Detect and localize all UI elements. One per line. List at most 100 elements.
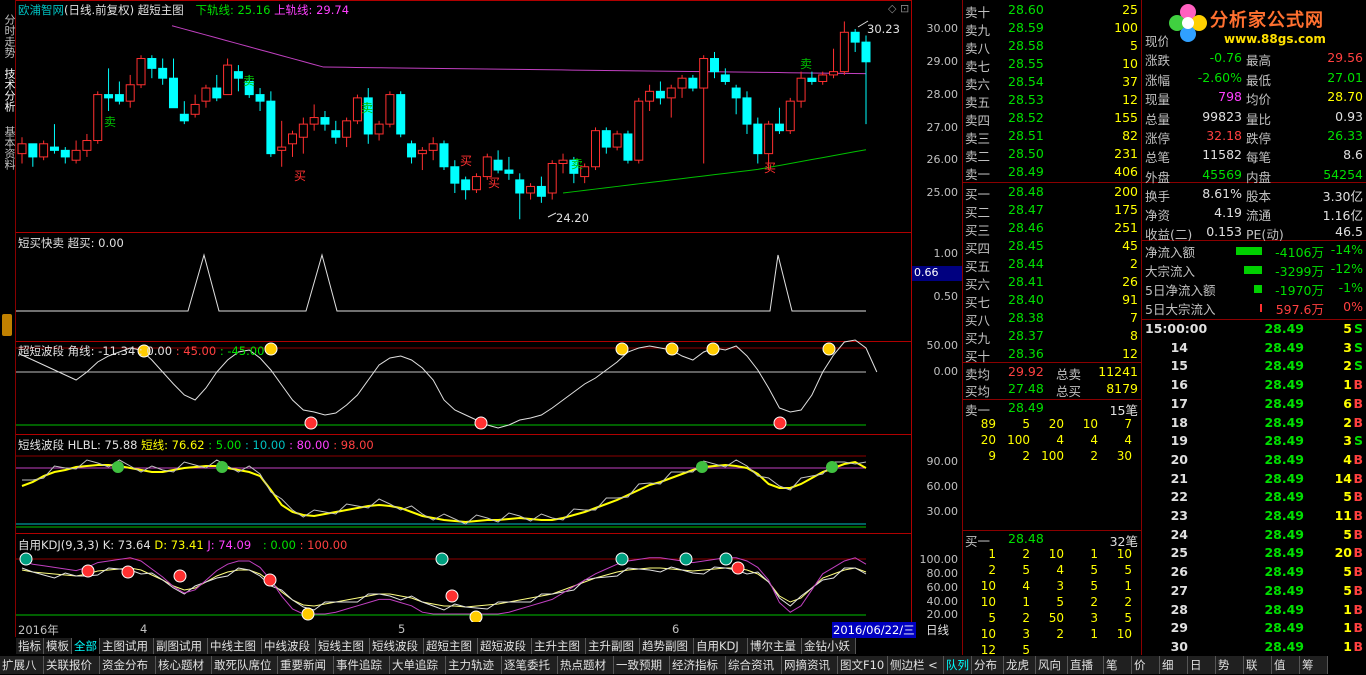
bottom-tab[interactable]: 侧边栏 < xyxy=(888,656,944,674)
bottom-tab[interactable]: 笔 xyxy=(1104,656,1132,674)
period-selector[interactable]: 日线 xyxy=(926,622,949,638)
bottom-tab[interactable]: 联 xyxy=(1244,656,1272,674)
indicator-tab[interactable]: 模板 xyxy=(44,638,72,654)
stat-value: 45569 xyxy=(1202,166,1242,182)
buy-level-price[interactable]: 28.41 xyxy=(1008,274,1044,289)
sell-level-price[interactable]: 28.55 xyxy=(1008,56,1044,71)
bottom-tab[interactable]: 敢死队席位 xyxy=(212,656,278,674)
bottom-tab[interactable]: 重要新闻 xyxy=(278,656,334,674)
indicator-tab[interactable]: 短线波段 xyxy=(370,638,424,654)
indicator-tab[interactable]: 金钻小妖 xyxy=(802,638,856,654)
bottom-tab[interactable]: 值 xyxy=(1272,656,1300,674)
bottom-tab[interactable]: 关联报价 xyxy=(44,656,100,674)
bottom-tab[interactable]: 核心题材 xyxy=(156,656,212,674)
sell-level-price[interactable]: 28.59 xyxy=(1008,20,1044,35)
signal-ball-icon xyxy=(216,461,228,473)
indicator-tab[interactable]: 主图试用 xyxy=(100,638,154,654)
stat-label: 总量 xyxy=(1145,111,1171,127)
axis-tick: 26.00 xyxy=(926,153,959,166)
tick-volume: 5 xyxy=(1343,526,1352,542)
bottom-tab[interactable]: 龙虎 xyxy=(1004,656,1036,674)
bottom-tab[interactable]: 事件追踪 xyxy=(334,656,390,674)
bottom-tab[interactable]: 势 xyxy=(1216,656,1244,674)
sell-level-price[interactable]: 28.53 xyxy=(1008,92,1044,107)
bottom-tab[interactable]: 大单追踪 xyxy=(390,656,446,674)
bottom-tab[interactable]: 图文F10 xyxy=(838,656,888,674)
queue-cell: 2 xyxy=(1022,547,1030,561)
tick-volume: 5 xyxy=(1343,564,1352,580)
tick-price: 28.49 xyxy=(1264,489,1304,505)
indicator-tab[interactable]: 中线主图 xyxy=(208,638,262,654)
panel3-v1: 短线: 76.62 xyxy=(141,438,205,452)
buy-level-price[interactable]: 28.46 xyxy=(1008,220,1044,235)
panel2-value: 角线: -11.34 xyxy=(67,344,136,358)
buy-level-price[interactable]: 28.36 xyxy=(1008,346,1044,361)
bottom-tab[interactable]: 分布 xyxy=(972,656,1004,674)
indicator-tab[interactable]: 超短主图 xyxy=(424,638,478,654)
indicator-tab[interactable]: 主升主图 xyxy=(532,638,586,654)
indicator-tab[interactable]: 博尔主量 xyxy=(748,638,802,654)
candle xyxy=(558,153,568,174)
tick-time: 26 xyxy=(1170,564,1188,580)
bottom-tab[interactable]: 细 xyxy=(1160,656,1188,674)
sell-level-price[interactable]: 28.52 xyxy=(1008,110,1044,125)
bottom-tab[interactable]: 扩展八 xyxy=(0,656,44,674)
bottom-tab[interactable]: 逐笔委托 xyxy=(502,656,558,674)
bottom-tab[interactable]: 综合资讯 xyxy=(726,656,782,674)
indicator-tab[interactable]: 指标 xyxy=(16,638,44,654)
buy-level-price[interactable]: 28.44 xyxy=(1008,256,1044,271)
buy-level-price[interactable]: 28.37 xyxy=(1008,328,1044,343)
candle xyxy=(796,71,806,108)
sell-level-price[interactable]: 28.51 xyxy=(1008,128,1044,143)
sell-level-price[interactable]: 28.60 xyxy=(1008,2,1044,17)
chart-nav-icon[interactable]: ◇ ⊡ xyxy=(888,2,909,15)
indicator-tab[interactable]: 自用KDJ xyxy=(694,638,748,654)
candle xyxy=(396,91,406,138)
indicator-tab[interactable]: 超短波段 xyxy=(478,638,532,654)
candle xyxy=(634,97,644,164)
candle xyxy=(471,173,481,193)
candle xyxy=(255,88,265,111)
stat-label: 外盘 xyxy=(1145,169,1171,185)
buy-level-price[interactable]: 28.48 xyxy=(1008,184,1044,199)
bottom-tab[interactable]: 日 xyxy=(1188,656,1216,674)
tick-price: 28.49 xyxy=(1264,433,1304,449)
bottom-tab[interactable]: 直播 xyxy=(1068,656,1104,674)
sell-level-price[interactable]: 28.50 xyxy=(1008,146,1044,161)
bottom-tab[interactable]: 网摘资讯 xyxy=(782,656,838,674)
indicator-tab[interactable]: 中线波段 xyxy=(262,638,316,654)
buy-level-price[interactable]: 28.38 xyxy=(1008,310,1044,325)
sell-level-price[interactable]: 28.58 xyxy=(1008,38,1044,53)
bottom-tab[interactable]: 经济指标 xyxy=(670,656,726,674)
bottom-tab[interactable]: 队列 xyxy=(944,656,972,674)
sell-level-price[interactable]: 28.54 xyxy=(1008,74,1044,89)
bottom-tab[interactable]: 价 xyxy=(1132,656,1160,674)
tab-technical[interactable]: 技术分析 xyxy=(1,68,16,112)
axis-tick: 25.00 xyxy=(926,186,959,199)
collapse-handle-icon[interactable] xyxy=(2,314,12,336)
sell-level-volume: 5 xyxy=(1130,38,1138,53)
bottom-tab[interactable]: 筹 xyxy=(1300,656,1328,674)
bottom-tab[interactable]: 热点题材 xyxy=(558,656,614,674)
bottom-tab[interactable]: 主力轨迹 xyxy=(446,656,502,674)
bottom-tab[interactable]: 风向 xyxy=(1036,656,1068,674)
indicator-tab[interactable]: 趋势副图 xyxy=(640,638,694,654)
tab-fundamentals[interactable]: 基本资料 xyxy=(1,126,16,170)
buy-level-price[interactable]: 28.45 xyxy=(1008,238,1044,253)
sell-level-price[interactable]: 28.49 xyxy=(1008,164,1044,179)
indicator-tab[interactable]: 主升副图 xyxy=(586,638,640,654)
indicator-tab[interactable]: 全部 xyxy=(72,638,100,654)
tab-intraday[interactable]: 分时走势 xyxy=(1,14,16,58)
indicator-tab[interactable]: 副图试用 xyxy=(154,638,208,654)
sell-level-label: 卖三 xyxy=(965,131,991,146)
panel3-value: HLBL: 75.88 xyxy=(67,438,138,452)
indicator-tab[interactable]: 短线主图 xyxy=(316,638,370,654)
buy-level-price[interactable]: 28.40 xyxy=(1008,292,1044,307)
tick-price: 28.49 xyxy=(1264,321,1304,336)
cursor-value-badge: 0.66 xyxy=(912,266,962,281)
stock-name[interactable]: 欧浦智网 xyxy=(18,3,64,17)
candle xyxy=(785,97,795,134)
bottom-tab[interactable]: 一致预期 xyxy=(614,656,670,674)
bottom-tab[interactable]: 资金分布 xyxy=(100,656,156,674)
buy-level-price[interactable]: 28.47 xyxy=(1008,202,1044,217)
